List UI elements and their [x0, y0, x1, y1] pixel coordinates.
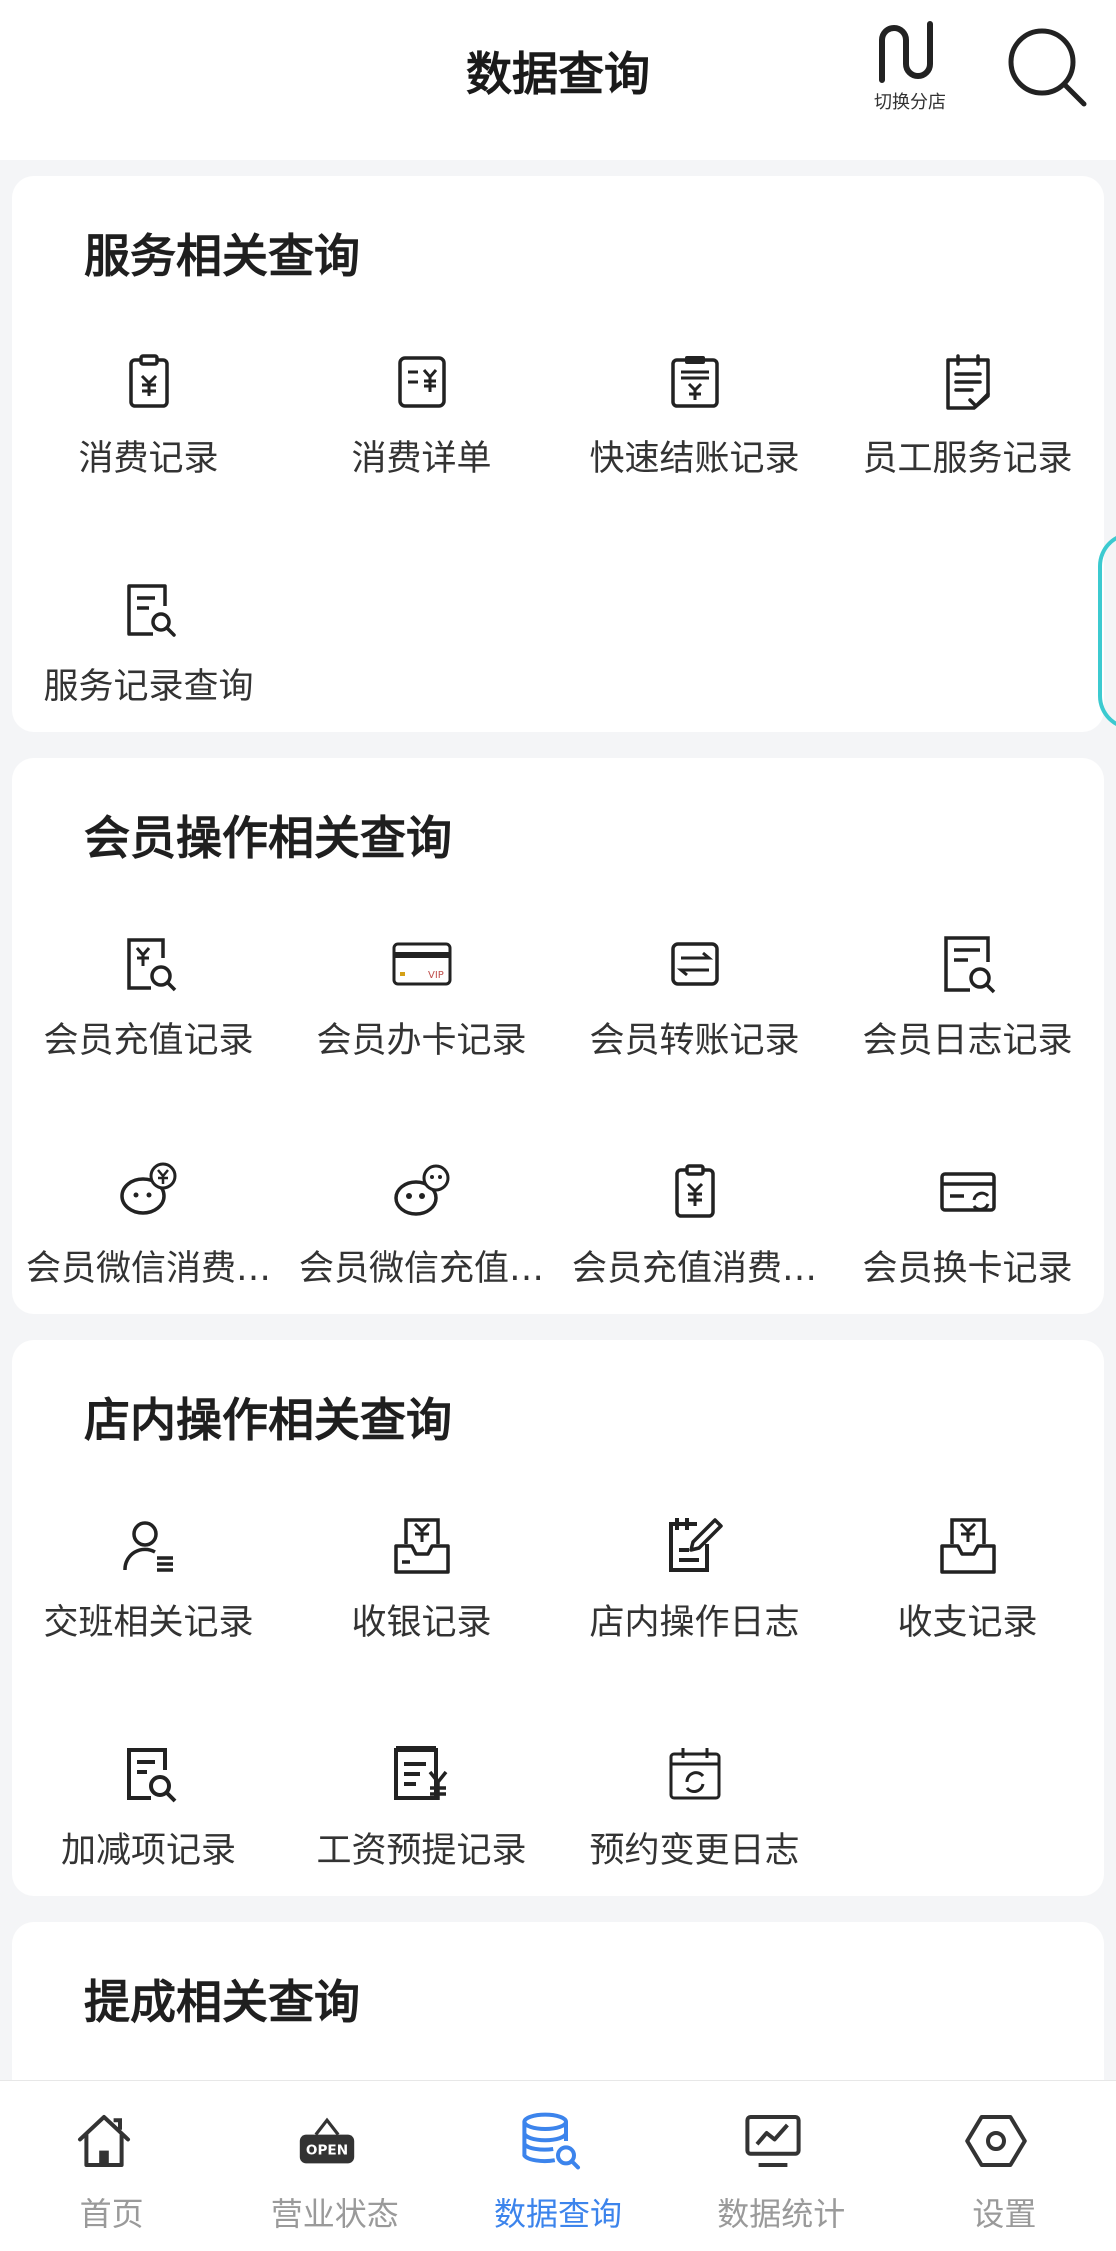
- tab-settings[interactable]: 设置: [893, 2081, 1116, 2251]
- item-store-op-log[interactable]: 店内操作日志: [558, 1508, 831, 1736]
- item-appointment-log[interactable]: 预约变更日志: [558, 1736, 831, 1896]
- recharge-search-icon: [117, 932, 181, 996]
- item-staff-service[interactable]: 员工服务记录: [831, 344, 1104, 572]
- wechat-yen-icon: [117, 1160, 181, 1224]
- item-label: 会员微信充值…: [298, 1249, 544, 1289]
- tab-label: 数据统计: [717, 2195, 846, 2233]
- item-shift-record[interactable]: 交班相关记录: [12, 1508, 285, 1736]
- item-label: 会员办卡记录: [316, 1021, 527, 1061]
- item-label: 会员换卡记录: [862, 1249, 1073, 1289]
- chart-icon: [741, 2109, 821, 2185]
- item-member-recharge[interactable]: 会员充值记录: [12, 926, 285, 1154]
- tab-business-status[interactable]: OPEN 营业状态: [223, 2081, 446, 2251]
- switch-store-button[interactable]: 切换分店: [860, 18, 960, 118]
- log-search-icon: [936, 932, 1000, 996]
- item-label: 加减项记录: [60, 1831, 236, 1871]
- item-service-query[interactable]: 服务记录查询: [12, 572, 285, 732]
- item-income-expense[interactable]: 收支记录: [831, 1508, 1104, 1736]
- item-label: 收银记录: [351, 1603, 492, 1643]
- checkout-board-icon: [663, 350, 727, 414]
- item-member-card[interactable]: VIP 会员办卡记录: [285, 926, 558, 1154]
- item-card-change[interactable]: 会员换卡记录: [831, 1154, 1104, 1314]
- calendar-refresh-icon: [663, 1742, 727, 1806]
- item-label: 会员转账记录: [589, 1021, 800, 1061]
- adjust-search-icon: [117, 1742, 181, 1806]
- item-label: 预约变更日志: [589, 1831, 800, 1871]
- tab-data-query[interactable]: 数据查询: [446, 2081, 669, 2251]
- database-search-icon: [518, 2109, 598, 2185]
- item-label: 会员充值消费…: [571, 1249, 817, 1289]
- svg-text:VIP: VIP: [428, 970, 444, 981]
- wechat-recharge-icon: [390, 1160, 454, 1224]
- item-label: 工资预提记录: [316, 1831, 527, 1871]
- receipt-yen-icon: [390, 350, 454, 414]
- transfer-icon: [663, 932, 727, 996]
- open-sign-icon: OPEN: [295, 2109, 375, 2185]
- income-expense-icon: [936, 1514, 1000, 1578]
- item-quick-checkout[interactable]: 快速结账记录: [558, 344, 831, 572]
- section-title: 服务相关查询: [84, 229, 360, 283]
- item-label: 店内操作日志: [589, 1603, 800, 1643]
- item-cashier-record[interactable]: 收银记录: [285, 1508, 558, 1736]
- switch-store-icon: [879, 21, 933, 83]
- tab-data-stats[interactable]: 数据统计: [670, 2081, 893, 2251]
- tab-label: 设置: [972, 2195, 1037, 2233]
- tab-home[interactable]: 首页: [0, 2081, 223, 2251]
- switch-store-label: 切换分店: [874, 92, 946, 113]
- item-label: 会员充值记录: [43, 1021, 254, 1061]
- item-wechat-recharge[interactable]: 会员微信充值…: [285, 1154, 558, 1314]
- item-recharge-consume[interactable]: 会员充值消费…: [558, 1154, 831, 1314]
- section-member: 会员操作相关查询 会员充值记录 VIP 会员办卡记录 会员转账记录 会员日志记录: [12, 758, 1104, 1314]
- cashier-icon: [390, 1514, 454, 1578]
- doc-search-icon: [117, 578, 181, 642]
- item-label: 收支记录: [897, 1603, 1038, 1643]
- section-title: 提成相关查询: [84, 1975, 360, 2029]
- item-label: 会员微信消费…: [25, 1249, 271, 1289]
- edit-log-icon: [663, 1514, 727, 1578]
- shift-user-icon: [117, 1514, 181, 1578]
- item-label: 消费记录: [78, 439, 219, 479]
- item-label: 会员日志记录: [862, 1021, 1073, 1061]
- item-consume-detail[interactable]: 消费详单: [285, 344, 558, 572]
- section-title: 会员操作相关查询: [84, 811, 452, 865]
- search-icon: [1008, 28, 1087, 107]
- item-wechat-consume[interactable]: 会员微信消费…: [12, 1154, 285, 1314]
- item-consume-record[interactable]: 消费记录: [12, 344, 285, 572]
- item-adjust-record[interactable]: 加减项记录: [12, 1736, 285, 1896]
- section-title: 店内操作相关查询: [84, 1393, 452, 1447]
- section-store-ops: 店内操作相关查询 交班相关记录 收银记录 店内操作日志 收支记录 加减项记录 工…: [12, 1340, 1104, 1896]
- item-label: 员工服务记录: [862, 439, 1073, 479]
- floating-side-handle[interactable]: [1098, 532, 1116, 730]
- item-label: 消费详单: [351, 439, 492, 479]
- item-label: 快速结账记录: [589, 439, 800, 479]
- item-member-transfer[interactable]: 会员转账记录: [558, 926, 831, 1154]
- item-label: 交班相关记录: [43, 1603, 254, 1643]
- tab-label: 首页: [79, 2195, 144, 2233]
- home-icon: [72, 2109, 152, 2185]
- bottom-tab-bar: 首页 OPEN 营业状态 数据查询 数据统计 设置: [0, 2080, 1116, 2251]
- top-header: 数据查询 切换分店: [0, 0, 1116, 160]
- vip-card-icon: VIP: [390, 932, 454, 996]
- item-member-log[interactable]: 会员日志记录: [831, 926, 1104, 1154]
- staff-service-icon: [936, 350, 1000, 414]
- card-change-icon: [936, 1160, 1000, 1224]
- tab-label: 营业状态: [270, 2195, 399, 2233]
- section-service: 服务相关查询 消费记录 消费详单 快速结账记录 员工服务记录 服务记录查询: [12, 176, 1104, 732]
- clipboard-yen-icon: [663, 1160, 727, 1224]
- item-salary-record[interactable]: 工资预提记录: [285, 1736, 558, 1896]
- search-button[interactable]: [1002, 22, 1092, 112]
- item-label: 服务记录查询: [43, 667, 254, 707]
- tab-label: 数据查询: [494, 2195, 623, 2233]
- clipboard-yen-icon: [117, 350, 181, 414]
- svg-text:OPEN: OPEN: [306, 2143, 348, 2159]
- settings-hex-icon: [964, 2109, 1044, 2185]
- salary-icon: [390, 1742, 454, 1806]
